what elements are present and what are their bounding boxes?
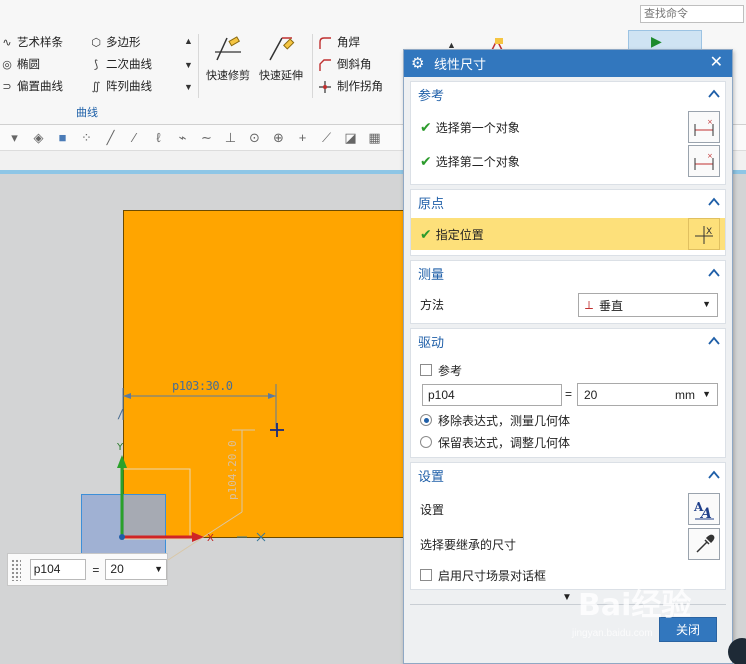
expand-more-icon[interactable]: ▼ (562, 592, 572, 603)
watermark-url: jingyan.baidu.com (572, 628, 653, 639)
chevron-down-icon: ▼ (702, 299, 711, 309)
dimension-arrow-right (268, 393, 276, 399)
dialog-title-bar[interactable]: ⚙ 线性尺寸 ✕ (404, 50, 732, 77)
reference-header-label: 参考 (418, 87, 445, 103)
location-crosshair-icon: X (695, 226, 713, 244)
drag-grip[interactable] (11, 558, 21, 581)
driving-section: 驱动 参考 p104 = 20 mm ▼ 移除表达式，测量几何体 保留表达式，调… (410, 328, 726, 458)
onscreen-input-box: p104 = 20 ▼ (7, 553, 168, 586)
chevron-up-icon[interactable] (708, 336, 720, 346)
sketch-guide (122, 468, 191, 540)
baidu-watermark-logo: Bai经验 (578, 588, 692, 623)
reference-section-header[interactable]: 参考 (411, 82, 725, 106)
inherit-dimension-button[interactable] (688, 528, 720, 560)
text-settings-button[interactable]: AA (688, 493, 720, 525)
measure-section: 测量 方法 ⟂ 垂直 ▼ (410, 260, 726, 324)
select-second-object-button[interactable]: × (688, 145, 720, 177)
settings-label: 设置 (420, 502, 445, 517)
y-axis-label: Y (116, 442, 124, 453)
origin-section-header[interactable]: 原点 (411, 190, 725, 214)
eyedropper-icon (696, 534, 715, 553)
inherit-dimension-row: 选择要继承的尺寸 (411, 528, 725, 560)
dimension-select-icon: × (694, 118, 714, 136)
onscreen-expression-name[interactable]: p104 (29, 559, 87, 580)
reference-checkbox[interactable] (420, 364, 432, 376)
y-axis-arrow (117, 455, 127, 468)
axis-marker (237, 532, 266, 542)
text-style-icon: AA (693, 500, 714, 521)
reference-section: 参考 ✔ 选择第一个对象 × ✔ 选择第二个对象 × (410, 81, 726, 185)
enable-dialog-label: 启用尺寸场景对话框 (438, 568, 547, 583)
horizontal-dimension-text[interactable]: p103:30.0 (172, 379, 233, 393)
reference-checkbox-label: 参考 (438, 363, 463, 378)
settings-row: 设置 AA (411, 493, 725, 525)
specify-location-button[interactable]: X (688, 218, 720, 250)
measure-header-label: 测量 (418, 266, 445, 282)
inherit-label: 选择要继承的尺寸 (420, 537, 517, 552)
check-icon: ✔ (420, 118, 432, 135)
expression-name-field[interactable]: p104 (422, 384, 562, 406)
driving-value-field[interactable]: 20 mm ▼ (577, 383, 718, 406)
first-object-row[interactable]: ✔ 选择第一个对象 × (411, 111, 725, 143)
svg-text:×: × (707, 118, 713, 126)
unit-label: mm (675, 388, 695, 402)
specify-location-label: 指定位置 (435, 227, 484, 242)
dialog-title: 线性尺寸 (434, 57, 487, 72)
driving-section-header[interactable]: 驱动 (411, 329, 725, 353)
remove-expression-label: 移除表达式，测量几何体 (438, 413, 571, 428)
check-icon: ✔ (420, 152, 432, 169)
linear-dimension-dialog: ⚙ 线性尺寸 ✕ 参考 ✔ 选择第一个对象 × ✔ 选择第二个对象 × 原点 ✔… (403, 49, 733, 664)
method-label: 方法 (420, 297, 445, 312)
svg-text:/: / (117, 407, 124, 421)
gear-icon[interactable]: ⚙ (411, 55, 427, 72)
dimension-select-icon: × (694, 152, 714, 170)
onscreen-equals-sign: = (92, 562, 100, 577)
second-object-row[interactable]: ✔ 选择第二个对象 × (411, 145, 725, 177)
chevron-up-icon[interactable] (708, 197, 720, 207)
driving-value: 20 (584, 387, 598, 402)
driving-header-label: 驱动 (418, 334, 445, 350)
svg-text:×: × (707, 152, 713, 160)
equals-sign: = (565, 387, 573, 401)
method-select[interactable]: ⟂ 垂直 ▼ (578, 293, 718, 317)
first-object-label: 选择第一个对象 (435, 120, 520, 135)
dimension-arrow-left (123, 393, 131, 399)
svg-text:X: X (706, 227, 712, 237)
chevron-up-icon[interactable] (708, 470, 720, 480)
x-axis-label: X (207, 533, 214, 544)
origin-header-label: 原点 (418, 195, 445, 211)
reference-checkbox-row[interactable]: 参考 (411, 360, 725, 380)
settings-section: 设置 设置 AA 选择要继承的尺寸 启用尺寸场景对话框 (410, 462, 726, 590)
chevron-up-icon[interactable] (708, 89, 720, 99)
origin-point (119, 534, 125, 540)
enable-dialog-checkbox[interactable] (420, 569, 432, 581)
onscreen-value-field[interactable]: 20 ▼ (105, 559, 168, 580)
specify-location-row[interactable]: ✔ 指定位置 X (411, 218, 725, 250)
check-icon: ✔ (420, 225, 432, 242)
vertical-dimension-text: p104:20.0 (226, 440, 239, 500)
chevron-down-icon[interactable]: ▼ (154, 560, 163, 579)
keep-expression-label: 保留表达式，调整几何体 (438, 435, 571, 450)
remove-expression-row[interactable]: 移除表达式，测量几何体 (411, 410, 725, 430)
origin-section: 原点 ✔ 指定位置 X (410, 189, 726, 256)
chevron-up-icon[interactable] (708, 268, 720, 278)
settings-header-label: 设置 (418, 468, 445, 484)
settings-section-header[interactable]: 设置 (411, 463, 725, 487)
perpendicular-icon: ⟂ (585, 297, 594, 312)
onscreen-value: 20 (110, 562, 124, 576)
measure-section-header[interactable]: 测量 (411, 261, 725, 285)
method-value: 垂直 (599, 298, 624, 313)
chevron-down-icon[interactable]: ▼ (702, 389, 711, 399)
keep-expression-radio[interactable] (420, 436, 432, 448)
close-icon[interactable]: ✕ (710, 54, 723, 72)
keep-expression-row[interactable]: 保留表达式，调整几何体 (411, 432, 725, 452)
remove-expression-radio[interactable] (420, 414, 432, 426)
second-object-label: 选择第二个对象 (435, 154, 520, 169)
select-first-object-button[interactable]: × (688, 111, 720, 143)
corner-badge-icon (728, 638, 746, 664)
